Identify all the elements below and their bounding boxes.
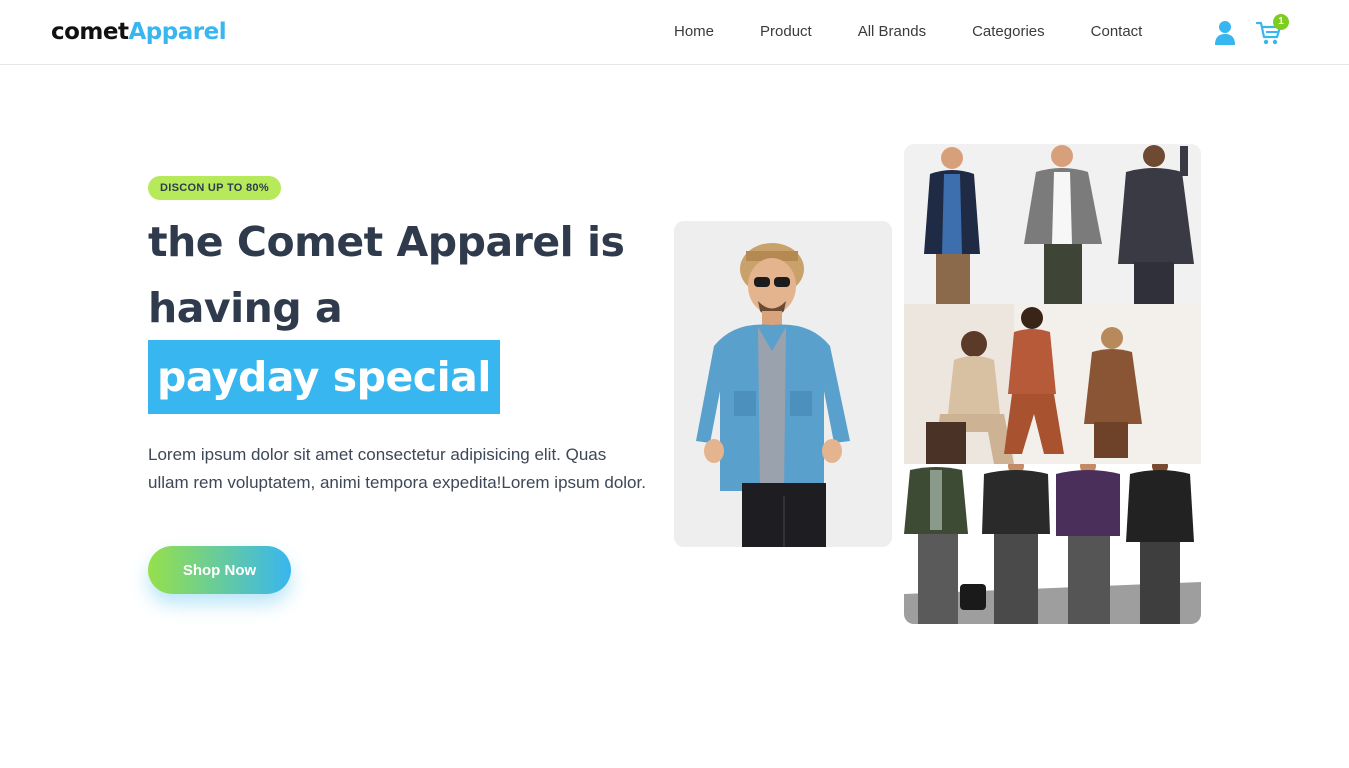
logo[interactable]: cometApparel xyxy=(51,19,227,45)
hero-model-image xyxy=(674,221,892,547)
collection-image-men-shirts xyxy=(904,464,1201,624)
hero-title-highlight: payday special xyxy=(148,340,500,414)
cart-count-badge: 1 xyxy=(1273,14,1289,30)
nav-categories[interactable]: Categories xyxy=(972,22,1045,42)
discount-badge: DISCON UP TO 80% xyxy=(148,176,281,200)
user-icon[interactable] xyxy=(1214,20,1236,46)
nav-contact[interactable]: Contact xyxy=(1091,22,1143,42)
hero-title-line1: the Comet Apparel is xyxy=(148,218,625,266)
logo-text-comet: comet xyxy=(51,19,129,45)
hero-description: Lorem ipsum dolor sit amet consectetur a… xyxy=(148,445,646,492)
hero-title-line2: having a xyxy=(148,284,343,332)
nav-home[interactable]: Home xyxy=(674,22,714,42)
nav-all-brands[interactable]: All Brands xyxy=(858,22,926,42)
collection-image-men-casual xyxy=(904,144,1201,304)
site-header: cometApparel Home Product All Brands Cat… xyxy=(0,0,1349,65)
main-nav: Home Product All Brands Categories Conta… xyxy=(674,22,1142,42)
shop-now-button[interactable]: Shop Now xyxy=(148,546,291,594)
logo-text-apparel: Apparel xyxy=(128,19,227,45)
collection-image-women-suits xyxy=(904,304,1201,464)
nav-product[interactable]: Product xyxy=(760,22,812,42)
